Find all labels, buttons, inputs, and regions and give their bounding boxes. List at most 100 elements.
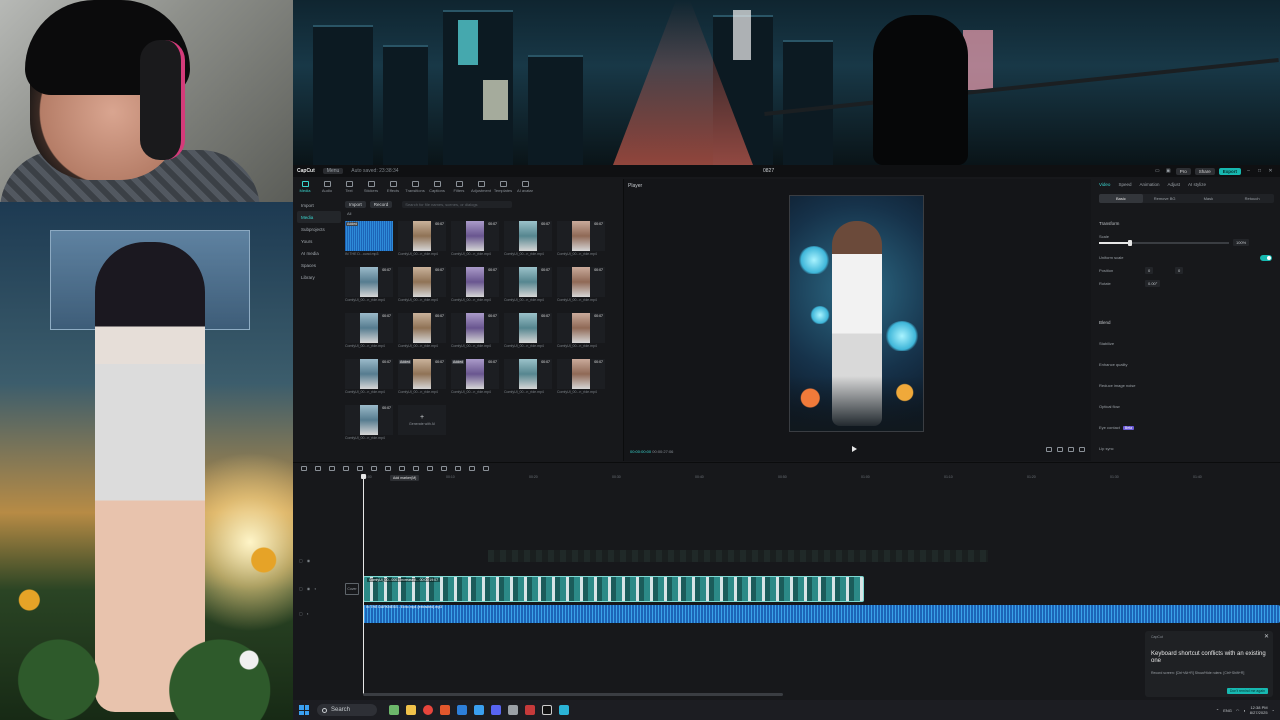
media-thumbnail[interactable]: 00:07: [504, 313, 552, 343]
media-item[interactable]: 00:07 ComfyUI_00...n_ride.mp4: [504, 221, 552, 259]
chrome-icon[interactable]: [423, 705, 433, 715]
mirror-icon[interactable]: [427, 465, 433, 471]
position-x-input[interactable]: 0: [1145, 267, 1154, 274]
tool-text[interactable]: Text: [339, 178, 359, 196]
media-item[interactable]: 00:07 ComfyUI_00...n_ride.mp4: [504, 267, 552, 305]
tab-adjust[interactable]: Adjust: [1167, 182, 1180, 187]
media-item[interactable]: 00:07 ComfyUI_00...n_ride.mp4: [398, 221, 446, 259]
cover-button[interactable]: Cover: [345, 583, 359, 595]
export-button[interactable]: Export: [1218, 167, 1241, 175]
media-item[interactable]: Added IN THE D...ound.mp3: [345, 221, 393, 259]
monitor-icon[interactable]: ▣: [1165, 168, 1172, 174]
crop-icon[interactable]: [413, 465, 419, 471]
redo-icon[interactable]: [329, 465, 335, 471]
delete-icon[interactable]: [385, 465, 391, 471]
reduce-noise-label[interactable]: Reduce image noise: [1099, 383, 1135, 388]
media-thumbnail[interactable]: 00:07: [451, 267, 499, 297]
media-item[interactable]: + Generate with AI: [398, 405, 446, 443]
media-item[interactable]: 00:07 ComfyUI_00...n_ride.mp4: [504, 313, 552, 351]
media-thumbnail[interactable]: 00:07: [345, 359, 393, 389]
undo-icon[interactable]: [315, 465, 321, 471]
scale-slider-knob[interactable]: [1127, 240, 1132, 246]
media-search-input[interactable]: Search for file names, scenes, or dialog…: [402, 200, 513, 208]
tool-effects[interactable]: Effects: [383, 178, 403, 196]
audio-clip[interactable]: IN THE DARKNESS - Echo.mp4 (extracted).m…: [363, 605, 1280, 623]
media-thumbnail[interactable]: 00:07: [504, 267, 552, 297]
media-item[interactable]: 00:07 ComfyUI_00...n_ride.mp4: [345, 359, 393, 397]
media-item[interactable]: 00:07 ComfyUI_00...n_ride.mp4: [398, 313, 446, 351]
menu-button[interactable]: Menu: [322, 168, 344, 174]
record-button[interactable]: Record: [369, 200, 393, 208]
volume-icon[interactable]: ◖: [1243, 708, 1245, 713]
brave-icon[interactable]: [440, 705, 450, 715]
media-item[interactable]: 00:07 ComfyUI_00...n_ride.mp4: [398, 267, 446, 305]
media-item[interactable]: 00:07 Added ComfyUI_00...n_ride.mp4: [398, 359, 446, 397]
wifi-icon[interactable]: ◠: [1236, 708, 1240, 713]
tool-templates[interactable]: Templates: [493, 178, 513, 196]
stabilize-label[interactable]: Stabilize: [1099, 341, 1114, 346]
media-item[interactable]: 00:07 ComfyUI_00...n_ride.mp4: [345, 313, 393, 351]
zoom-icon[interactable]: [1057, 447, 1063, 452]
tray-chevron-icon[interactable]: ⌃: [1216, 708, 1219, 713]
share-button[interactable]: Share: [1194, 167, 1215, 175]
tool-captions[interactable]: Captions: [427, 178, 447, 196]
vscode-icon[interactable]: [474, 705, 484, 715]
media-thumbnail[interactable]: 00:07: [398, 313, 446, 343]
dont-remind-button[interactable]: Don't remind me again: [1226, 688, 1268, 694]
media-thumbnail[interactable]: 00:07: [504, 359, 552, 389]
sidebar-item-media[interactable]: Media: [297, 211, 341, 223]
position-y-input[interactable]: 0: [1175, 267, 1184, 274]
media-item[interactable]: 00:07 ComfyUI_00...n_ride.mp4: [557, 313, 605, 351]
subtab-retouch[interactable]: Retouch: [1230, 194, 1274, 203]
select-icon[interactable]: [301, 465, 307, 471]
lock-icon[interactable]: ▢: [299, 611, 303, 616]
settings-gear-icon[interactable]: [508, 705, 518, 715]
scale-slider[interactable]: [1099, 240, 1229, 246]
tool-transitions[interactable]: Transitions: [405, 178, 425, 196]
media-thumbnail[interactable]: Added: [345, 221, 393, 251]
media-thumbnail[interactable]: 00:07: [398, 267, 446, 297]
eye-icon[interactable]: ◉: [307, 558, 311, 563]
media-item[interactable]: 00:07 ComfyUI_00...n_ride.mp4: [345, 405, 393, 443]
sidebar-item-library[interactable]: Library: [297, 271, 341, 283]
filter-all[interactable]: All: [347, 211, 351, 216]
toast-close-icon[interactable]: ✕: [1264, 633, 1269, 640]
media-item[interactable]: 00:07 ComfyUI_00...n_ride.mp4: [557, 267, 605, 305]
lock-icon[interactable]: ▢: [299, 558, 303, 563]
tool-media[interactable]: Media: [295, 178, 315, 196]
taskbar-search[interactable]: Search: [317, 704, 377, 716]
enhance-quality-label[interactable]: Enhance quality: [1099, 362, 1127, 367]
windows-start-icon[interactable]: [299, 705, 309, 715]
scale-value[interactable]: 100%: [1233, 239, 1250, 246]
tab-ai-stylize[interactable]: AI stylize: [1188, 182, 1206, 187]
split-right-icon[interactable]: [371, 465, 377, 471]
ratio-icon[interactable]: [1046, 447, 1052, 452]
uniform-scale-toggle[interactable]: [1260, 255, 1272, 261]
ai-icon[interactable]: [483, 465, 489, 471]
media-item[interactable]: 00:07 Added ComfyUI_00...n_ride.mp4: [451, 359, 499, 397]
media-thumbnail[interactable]: 00:07: [451, 221, 499, 251]
sidebar-item-import[interactable]: Import: [297, 199, 341, 211]
capcut-icon[interactable]: [542, 705, 552, 715]
media-thumbnail[interactable]: 00:07: [557, 313, 605, 343]
tool-audio[interactable]: Audio: [317, 178, 337, 196]
media-thumbnail[interactable]: 00:07: [504, 221, 552, 251]
media-thumbnail[interactable]: 00:07: [557, 221, 605, 251]
eye-icon[interactable]: ◉: [307, 586, 311, 591]
media-thumbnail[interactable]: 00:07: [345, 313, 393, 343]
notification-bell-icon[interactable]: ◔: [1272, 708, 1274, 713]
speaker-icon[interactable]: ◐: [307, 611, 309, 616]
rotate-icon[interactable]: [441, 465, 447, 471]
sidebar-item-subprojects[interactable]: Subprojects: [297, 223, 341, 235]
clock[interactable]: 12:38 PM 8/27/2025: [1250, 705, 1268, 715]
subtab-basic[interactable]: Basic: [1099, 194, 1143, 203]
obs-icon[interactable]: [525, 705, 535, 715]
media-thumbnail[interactable]: 00:07: [557, 267, 605, 297]
playhead[interactable]: [361, 474, 366, 694]
import-button[interactable]: Import: [345, 200, 366, 208]
preview-frame[interactable]: [789, 195, 924, 432]
media-item[interactable]: 00:07 ComfyUI_00...n_ride.mp4: [451, 221, 499, 259]
quality-icon[interactable]: [1068, 447, 1074, 452]
media-item[interactable]: 00:07 ComfyUI_00...n_ride.mp4: [557, 359, 605, 397]
media-thumbnail[interactable]: 00:07: [345, 267, 393, 297]
